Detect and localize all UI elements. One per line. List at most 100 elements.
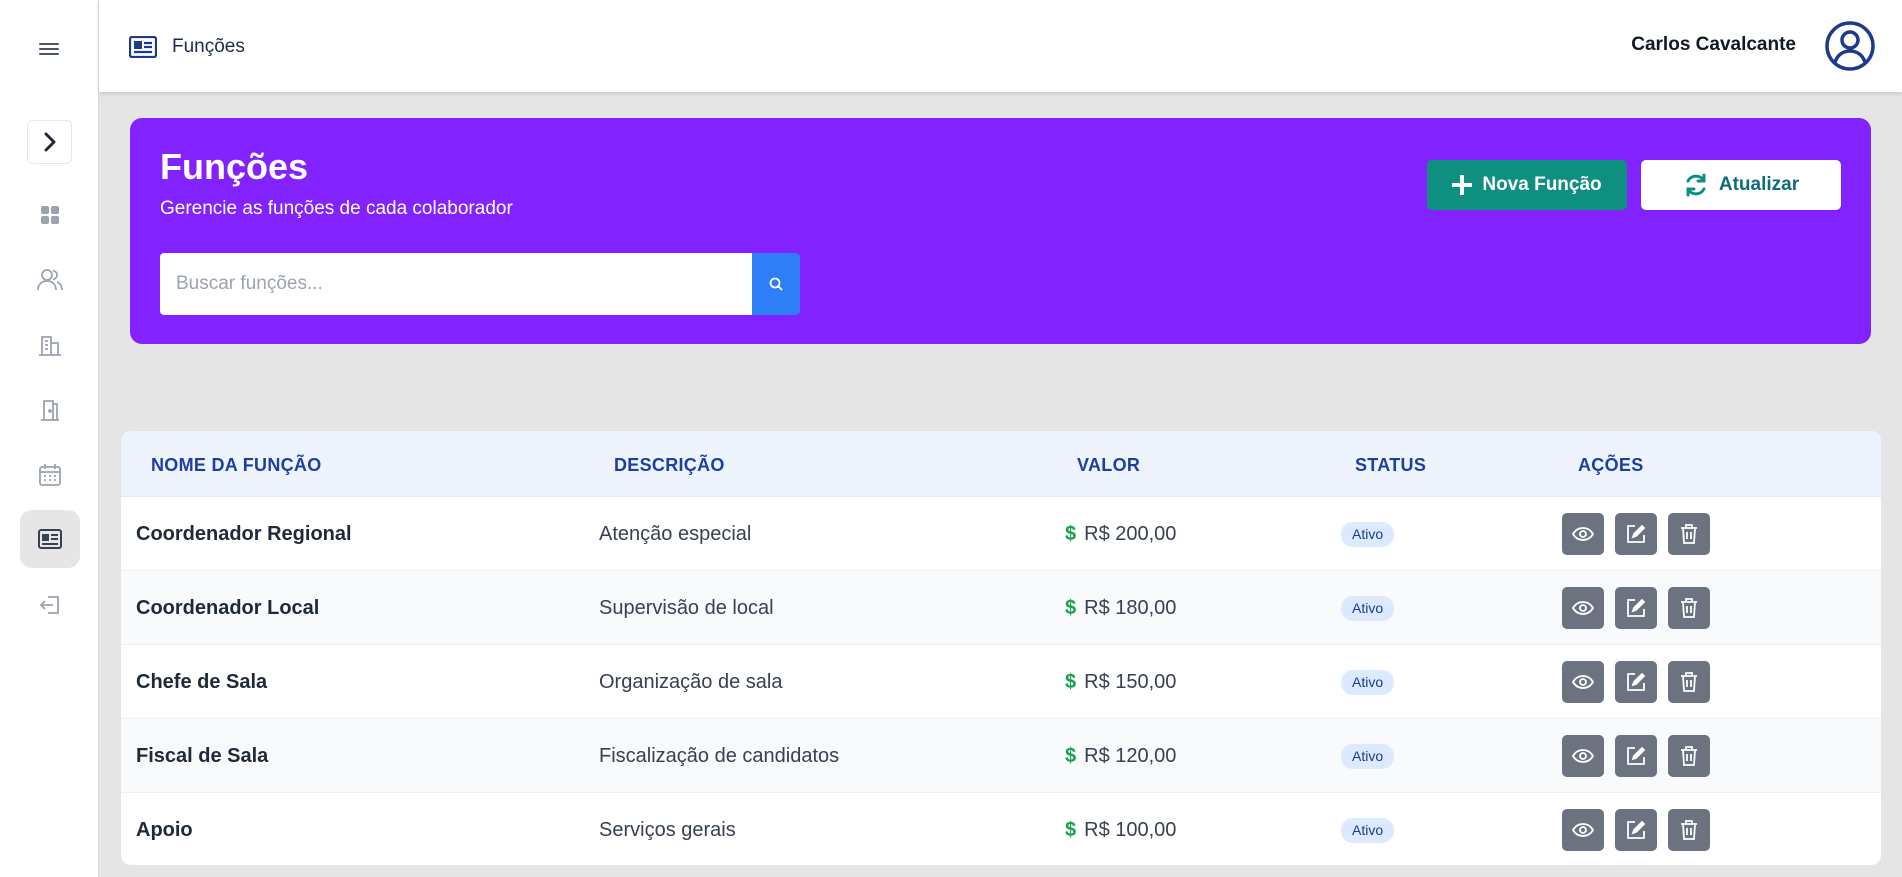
function-description: Organização de sala [599, 671, 783, 693]
table-row: Fiscal de Sala Fiscalização de candidato… [121, 719, 1881, 793]
status-badge: Ativo [1341, 596, 1395, 621]
new-function-button[interactable]: Nova Função [1427, 160, 1627, 210]
function-value: $ R$ 150,00 [1065, 671, 1176, 694]
edit-button[interactable] [1615, 513, 1657, 555]
view-button[interactable] [1562, 587, 1604, 629]
status-badge: Ativo [1341, 670, 1395, 695]
new-function-label: Nova Função [1482, 174, 1602, 195]
calendar-icon [39, 464, 61, 486]
edit-button[interactable] [1615, 809, 1657, 851]
function-description: Supervisão de local [599, 597, 774, 619]
delete-button[interactable] [1668, 587, 1710, 629]
dollar-icon: $ [1065, 523, 1077, 545]
value-text: R$ 200,00 [1084, 523, 1177, 545]
column-header-description: DESCRIÇÃO [614, 455, 725, 475]
status-badge: Ativo [1341, 818, 1395, 843]
hero-subtitle: Gerencie as funções de cada colaborador [160, 198, 513, 219]
value-text: R$ 120,00 [1084, 745, 1177, 767]
dollar-icon: $ [1065, 745, 1077, 767]
column-header-name: NOME DA FUNÇÃO [151, 455, 322, 475]
eye-icon [1572, 601, 1594, 615]
menu-icon[interactable] [39, 41, 59, 59]
view-button[interactable] [1562, 513, 1604, 555]
function-name: Chefe de Sala [136, 671, 268, 693]
function-value: $ R$ 120,00 [1065, 745, 1176, 768]
expand-sidebar-button[interactable] [27, 120, 72, 164]
column-header-status: STATUS [1355, 455, 1427, 475]
status-badge: Ativo [1341, 522, 1395, 547]
hero-banner: Funções Gerencie as funções de cada cola… [130, 118, 1871, 344]
trash-icon [1681, 672, 1697, 692]
function-name: Coordenador Local [136, 597, 320, 619]
sidebar-item-buildings[interactable] [20, 316, 80, 374]
sidebar-item-calendar[interactable] [20, 446, 80, 504]
trash-icon [1681, 746, 1697, 766]
delete-button[interactable] [1668, 735, 1710, 777]
door-icon [41, 400, 59, 421]
view-button[interactable] [1562, 809, 1604, 851]
sidebar [0, 0, 99, 877]
function-name: Apoio [136, 819, 193, 841]
sidebar-item-users[interactable] [20, 251, 80, 309]
value-text: R$ 150,00 [1084, 671, 1177, 693]
edit-icon [1627, 820, 1646, 839]
trash-icon [1681, 820, 1697, 840]
function-description: Serviços gerais [599, 819, 736, 841]
edit-icon [1627, 524, 1646, 543]
hero-title: Funções [160, 146, 309, 187]
function-description: Fiscalização de candidatos [599, 745, 840, 767]
delete-button[interactable] [1668, 661, 1710, 703]
column-header-actions: AÇÕES [1578, 455, 1644, 475]
eye-icon [1572, 527, 1594, 541]
table-row: Chefe de Sala Organização de sala $ R$ 15… [121, 645, 1881, 719]
page-title: Funções [172, 36, 245, 57]
column-header-value: VALOR [1077, 455, 1141, 475]
trash-icon [1681, 598, 1697, 618]
eye-icon [1572, 675, 1594, 689]
dollar-icon: $ [1065, 597, 1077, 619]
grid-icon [41, 206, 59, 224]
users-icon [37, 269, 63, 291]
search-button[interactable] [752, 253, 800, 315]
edit-button[interactable] [1615, 587, 1657, 629]
edit-icon [1627, 746, 1646, 765]
top-header: Funções Carlos Cavalcante [99, 0, 1902, 92]
value-text: R$ 180,00 [1084, 597, 1177, 619]
function-value: $ R$ 100,00 [1065, 819, 1176, 842]
dollar-icon: $ [1065, 671, 1077, 693]
sidebar-item-functions[interactable] [20, 510, 80, 568]
delete-button[interactable] [1668, 809, 1710, 851]
edit-icon [1627, 598, 1646, 617]
table-row: Coordenador Regional Atenção especial $ R… [121, 497, 1881, 571]
sidebar-item-rooms[interactable] [20, 381, 80, 439]
table-row: Apoio Serviços gerais $ R$ 100,00 Ativo [121, 793, 1881, 865]
function-name: Fiscal de Sala [136, 745, 269, 767]
building-icon [39, 336, 61, 356]
sidebar-item-logout[interactable] [20, 576, 80, 634]
table-row: Coordenador Local Supervisão de local $ R… [121, 571, 1881, 645]
refresh-label: Atualizar [1718, 174, 1800, 195]
edit-button[interactable] [1615, 661, 1657, 703]
eye-icon [1572, 749, 1594, 763]
refresh-icon [1686, 173, 1706, 197]
refresh-button[interactable]: Atualizar [1641, 160, 1841, 210]
view-button[interactable] [1562, 661, 1604, 703]
function-value: $ R$ 200,00 [1065, 523, 1176, 546]
value-text: R$ 100,00 [1084, 819, 1177, 841]
table-header: NOME DA FUNÇÃO DESCRIÇÃO VALOR STATUS AÇ… [121, 431, 1881, 497]
sidebar-item-dashboard[interactable] [20, 186, 80, 244]
dollar-icon: $ [1065, 819, 1077, 841]
id-card-icon [38, 529, 62, 549]
logout-icon [39, 596, 59, 614]
trash-icon [1681, 524, 1697, 544]
delete-button[interactable] [1668, 513, 1710, 555]
function-name: Coordenador Regional [136, 523, 352, 545]
id-card-icon [129, 36, 157, 58]
view-button[interactable] [1562, 735, 1604, 777]
search-input[interactable] [160, 253, 754, 315]
user-avatar-icon[interactable] [1824, 20, 1876, 72]
edit-button[interactable] [1615, 735, 1657, 777]
eye-icon [1572, 823, 1594, 837]
user-name: Carlos Cavalcante [1631, 34, 1796, 55]
edit-icon [1627, 672, 1646, 691]
